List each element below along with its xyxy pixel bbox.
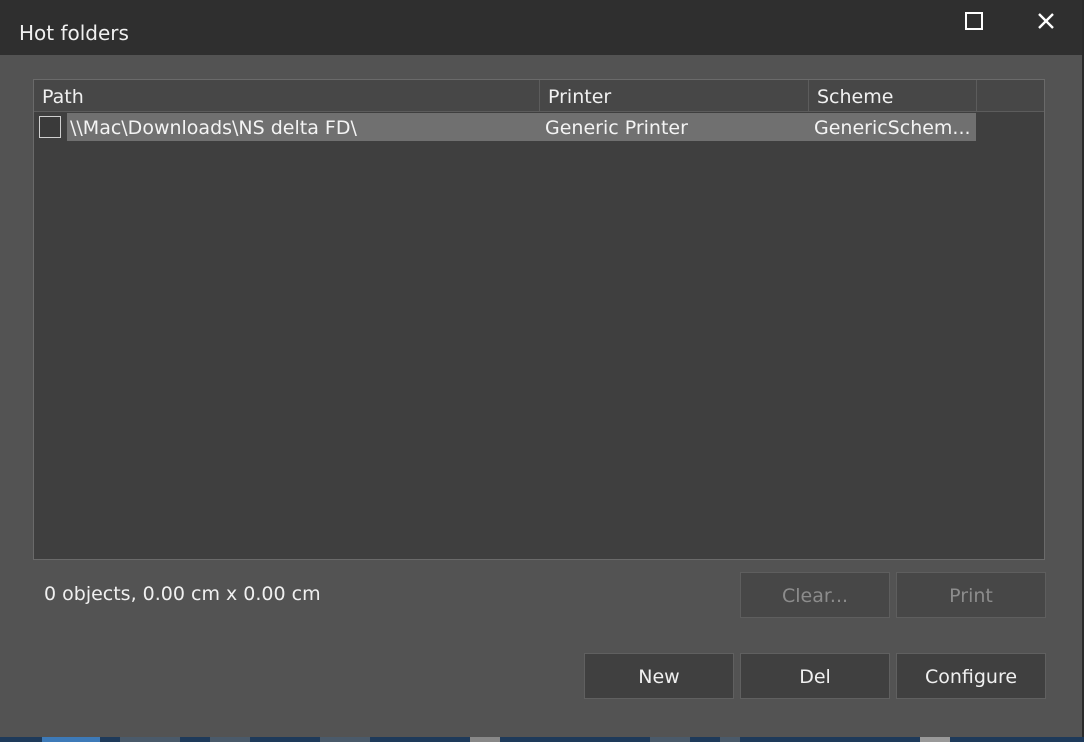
configure-button[interactable]: Configure bbox=[896, 653, 1046, 699]
close-icon bbox=[1038, 13, 1054, 29]
table-header: Path Printer Scheme bbox=[34, 80, 1044, 112]
row-checkbox[interactable] bbox=[39, 116, 61, 138]
cell-printer: Generic Printer bbox=[545, 117, 688, 139]
cell-path: \\Mac\Downloads\NS delta FD\ bbox=[70, 117, 357, 139]
table-row[interactable]: \\Mac\Downloads\NS delta FD\ Generic Pri… bbox=[34, 113, 976, 141]
close-button[interactable] bbox=[1014, 0, 1078, 42]
new-button[interactable]: New bbox=[584, 653, 734, 699]
column-header-path[interactable]: Path bbox=[34, 80, 540, 112]
status-text: 0 objects, 0.00 cm x 0.00 cm bbox=[44, 583, 321, 605]
maximize-icon bbox=[965, 12, 983, 30]
taskbar-edge bbox=[0, 737, 1084, 742]
cell-scheme: GenericSchem... bbox=[814, 117, 971, 139]
print-button[interactable]: Print bbox=[896, 572, 1046, 618]
column-header-filler bbox=[977, 80, 1044, 112]
column-header-scheme[interactable]: Scheme bbox=[809, 80, 977, 112]
hot-folders-table: Path Printer Scheme \\Mac\Downloads\NS d… bbox=[33, 79, 1045, 560]
clear-button[interactable]: Clear... bbox=[740, 572, 890, 618]
maximize-button[interactable] bbox=[942, 0, 1006, 42]
delete-button[interactable]: Del bbox=[740, 653, 890, 699]
title-bar: Hot folders bbox=[0, 0, 1084, 55]
column-header-printer[interactable]: Printer bbox=[540, 80, 809, 112]
hot-folders-dialog: Hot folders Path Printer Scheme \\Mac\Do… bbox=[0, 0, 1084, 742]
window-title: Hot folders bbox=[19, 21, 129, 45]
